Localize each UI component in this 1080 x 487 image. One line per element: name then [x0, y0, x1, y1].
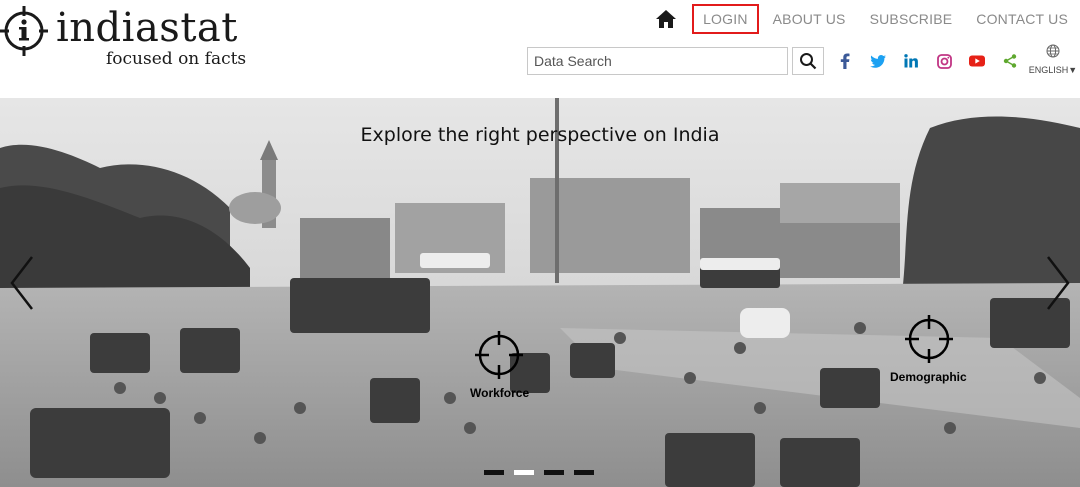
carousel-dot-4[interactable] [574, 470, 594, 475]
share-icon[interactable] [999, 50, 1021, 72]
social-links [834, 50, 1032, 72]
nav-login-link[interactable]: LOGIN [692, 4, 759, 34]
search-icon [800, 53, 817, 70]
carousel-prev-arrow-icon[interactable] [6, 253, 40, 313]
carousel-dot-3[interactable] [544, 470, 564, 475]
facebook-icon[interactable] [834, 50, 856, 72]
data-search-input[interactable] [527, 47, 788, 75]
carousel-dot-1[interactable] [484, 470, 504, 475]
brand-logo[interactable]: indiastat focused on facts [0, 2, 260, 82]
hotspot-workforce[interactable]: Workforce [468, 330, 538, 410]
language-label: ENGLISH▼ [1028, 65, 1078, 75]
street-scene-image [0, 98, 1080, 487]
brand-tagline: focused on facts [106, 49, 247, 69]
home-icon[interactable] [654, 7, 678, 31]
hero-title: Explore the right perspective on India [360, 124, 720, 146]
brand-name: indiastat [56, 5, 238, 51]
nav-subscribe-link[interactable]: SUBSCRIBE [860, 5, 963, 33]
globe-icon [1046, 44, 1060, 58]
hotspot-demographic-label: Demographic [890, 370, 967, 384]
search-bar [527, 47, 824, 75]
nav-about-link[interactable]: ABOUT US [763, 5, 856, 33]
hero-carousel: Explore the right perspective on India W… [0, 98, 1080, 487]
crosshair-target-icon [475, 331, 523, 379]
search-button[interactable] [792, 47, 824, 75]
crosshair-logo-icon [0, 6, 48, 56]
carousel-dot-2[interactable] [514, 470, 534, 475]
twitter-icon[interactable] [867, 50, 889, 72]
linkedin-icon[interactable] [900, 50, 922, 72]
language-selector[interactable]: ENGLISH▼ [1026, 44, 1080, 75]
crosshair-target-icon [905, 315, 953, 363]
carousel-next-arrow-icon[interactable] [1040, 253, 1074, 313]
youtube-icon[interactable] [966, 50, 988, 72]
nav-contact-link[interactable]: CONTACT US [966, 5, 1078, 33]
top-nav: LOGIN ABOUT US SUBSCRIBE CONTACT US [654, 4, 1080, 34]
hotspot-workforce-label: Workforce [470, 386, 530, 400]
hotspot-demographic[interactable]: Demographic [890, 314, 980, 394]
carousel-indicators [484, 470, 604, 475]
instagram-icon[interactable] [933, 50, 955, 72]
site-header: indiastat focused on facts LOGIN ABOUT U… [0, 0, 1080, 98]
